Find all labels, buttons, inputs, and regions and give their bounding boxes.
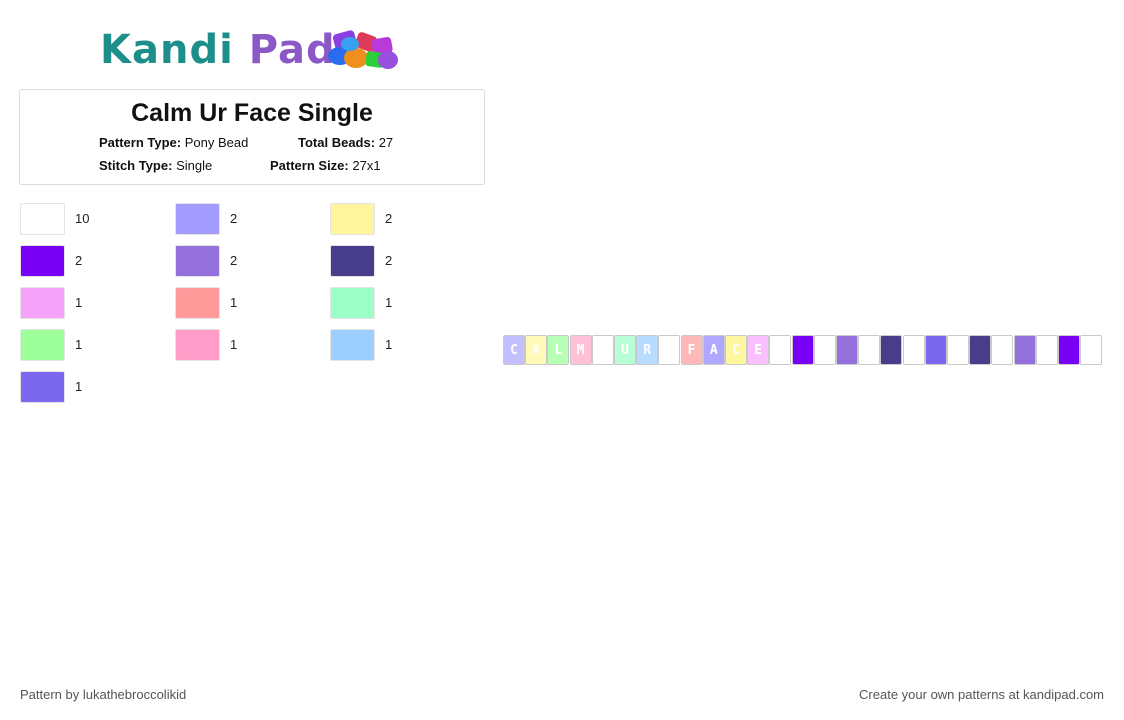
pattern-bead: L — [547, 335, 570, 365]
pattern-bead — [880, 335, 903, 365]
pattern-bead — [591, 335, 614, 365]
pattern-type-value: Pony Bead — [184, 135, 249, 150]
pattern-bead: C — [725, 335, 747, 365]
pattern-type-label: Pattern Type: — [99, 135, 182, 150]
palette-swatch — [330, 245, 375, 277]
palette-count: 1 — [75, 295, 83, 310]
palette-swatch — [20, 203, 65, 235]
palette-count: 1 — [230, 337, 238, 352]
palette-count: 2 — [230, 211, 238, 226]
stitch-type-value: Single — [176, 158, 213, 173]
palette-swatch — [20, 245, 65, 277]
palette-count: 1 — [385, 295, 393, 310]
pattern-bead: C — [503, 335, 525, 365]
pattern-bead — [1080, 335, 1103, 365]
pattern-bead — [658, 335, 681, 365]
pattern-info-card: Calm Ur Face Single Pattern Type: Pony B… — [19, 89, 485, 185]
total-beads-row: Total Beads: 27 — [298, 135, 393, 151]
pattern-title: Calm Ur Face Single — [131, 99, 373, 127]
pattern-bead: A — [702, 335, 725, 365]
palette-count: 1 — [75, 337, 83, 352]
palette-count: 2 — [385, 253, 393, 268]
pattern-bead — [1013, 335, 1036, 365]
palette-swatch — [20, 371, 65, 403]
pattern-bead — [924, 335, 947, 365]
pattern-bead: E — [747, 335, 770, 365]
bead-pattern-strip: CALMURFACE — [503, 335, 1103, 365]
pattern-bead — [947, 335, 969, 365]
pattern-bead — [1058, 335, 1080, 365]
total-beads-value: 27 — [378, 135, 394, 150]
palette-count: 10 — [75, 211, 90, 226]
palette-count: 1 — [75, 379, 83, 394]
bead-pile-icon — [328, 30, 398, 69]
pattern-bead — [902, 335, 925, 365]
pattern-bead — [813, 335, 836, 365]
pattern-type-row: Pattern Type: Pony Bead — [99, 135, 248, 151]
pattern-bead — [969, 335, 992, 365]
pattern-bead — [858, 335, 881, 365]
palette-swatch — [20, 287, 65, 319]
logo-wordmark: Kandi Pad — [100, 26, 336, 74]
palette-swatch — [175, 287, 220, 319]
pattern-bead: U — [614, 335, 636, 365]
palette-swatch — [175, 245, 220, 277]
logo-text-pad: Pad — [233, 27, 336, 73]
palette-count: 1 — [385, 337, 393, 352]
logo-text-kandi: Kandi — [100, 27, 234, 73]
palette-count: 2 — [385, 211, 393, 226]
kandi-pad-logo[interactable]: Kandi Pad — [100, 26, 410, 74]
palette-count: 1 — [230, 295, 238, 310]
stitch-type-row: Stitch Type: Single — [99, 158, 212, 174]
pattern-bead — [791, 335, 814, 365]
pattern-size-value: 27x1 — [352, 158, 381, 173]
pattern-bead — [836, 335, 858, 365]
pattern-bead — [1035, 335, 1058, 365]
pattern-bead: A — [525, 335, 548, 365]
palette-count: 2 — [230, 253, 238, 268]
pattern-bead: R — [636, 335, 659, 365]
pattern-author: Pattern by lukathebroccolikid — [20, 687, 187, 702]
palette-count: 2 — [75, 253, 83, 268]
pattern-bead: M — [569, 335, 592, 365]
pattern-size-row: Pattern Size: 27x1 — [270, 158, 381, 174]
palette-swatch — [330, 287, 375, 319]
pattern-bead — [769, 335, 792, 365]
palette-swatch — [20, 329, 65, 361]
pattern-bead: F — [680, 335, 703, 365]
pattern-bead — [991, 335, 1014, 365]
total-beads-label: Total Beads: — [298, 135, 376, 150]
pattern-size-label: Pattern Size: — [270, 158, 349, 173]
palette-swatch — [330, 203, 375, 235]
kandipad-link[interactable]: Create your own patterns at kandipad.com — [859, 687, 1104, 702]
palette-swatch — [330, 329, 375, 361]
palette-swatch — [175, 329, 220, 361]
palette-swatch — [175, 203, 220, 235]
stitch-type-label: Stitch Type: — [99, 158, 173, 173]
